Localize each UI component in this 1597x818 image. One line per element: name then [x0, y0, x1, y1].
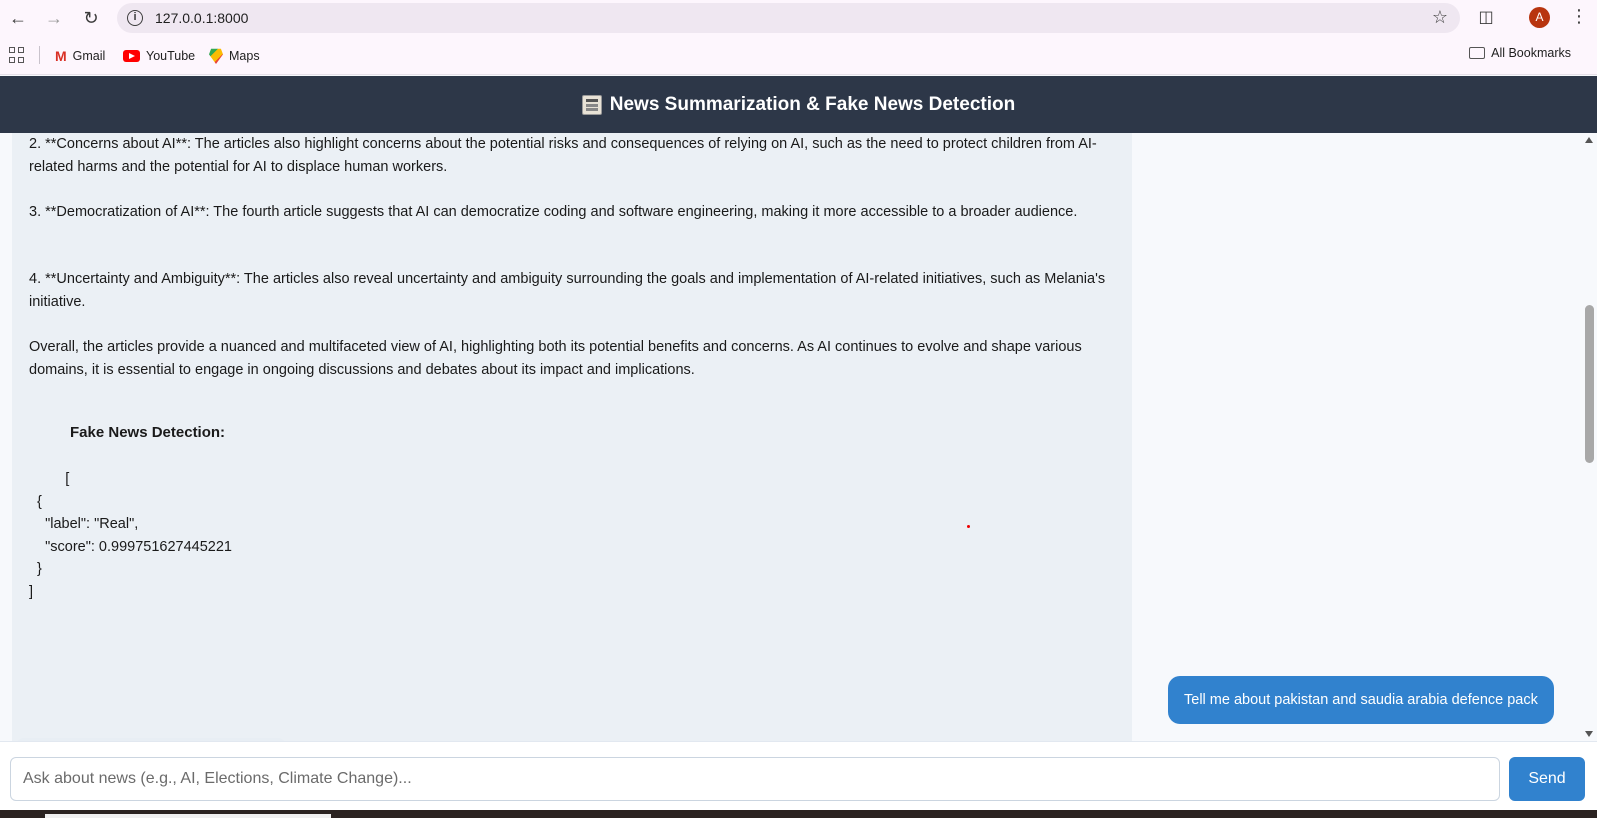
browser-menu-icon[interactable]: ⋮ — [1570, 6, 1588, 27]
profile-avatar[interactable]: A — [1529, 7, 1550, 28]
folder-icon — [1469, 47, 1486, 59]
chat-input[interactable] — [10, 757, 1500, 801]
youtube-icon — [123, 50, 140, 62]
page-title: News Summarization & Fake News Detection — [609, 93, 1016, 115]
reload-icon[interactable]: ↻ — [79, 6, 103, 30]
fake-news-heading: Fake News Detection: — [70, 424, 226, 441]
maps-icon — [209, 48, 223, 64]
site-info-icon[interactable]: i — [127, 10, 143, 26]
bookmark-gmail[interactable]: M Gmail — [55, 46, 105, 66]
bookmarks-bar: M Gmail YouTube Maps All Bookmarks — [0, 36, 1597, 75]
all-bookmarks-button[interactable]: All Bookmarks — [1469, 46, 1571, 60]
bot-paragraph: Overall, the articles provide a nuanced … — [29, 339, 1082, 378]
scroll-up-icon[interactable] — [1585, 137, 1593, 143]
bookmark-label: Maps — [229, 49, 260, 63]
bot-message: 2. **Concerns about AI**: The articles a… — [12, 133, 1132, 741]
fake-news-result: [ { "label": "Real", "score": 0.99975162… — [29, 471, 232, 600]
all-bookmarks-label: All Bookmarks — [1491, 46, 1571, 60]
bookmark-label: Gmail — [72, 49, 106, 63]
bookmark-label: YouTube — [146, 49, 196, 63]
bot-paragraph: 4. **Uncertainty and Ambiguity**: The ar… — [29, 271, 1106, 310]
app-header: News Summarization & Fake News Detection — [0, 76, 1597, 133]
browser-toolbar: ← → ↻ i 127.0.0.1:8000 ☆ ◫ A ⋮ — [0, 0, 1597, 36]
send-button[interactable]: Send — [1509, 757, 1585, 801]
bot-paragraph: 3. **Democratization of AI**: The fourth… — [29, 204, 1078, 220]
url-text[interactable]: 127.0.0.1:8000 — [155, 10, 248, 26]
apps-grid-icon[interactable] — [9, 47, 25, 63]
forward-arrow-icon[interactable]: → — [42, 6, 66, 30]
gmail-icon: M — [55, 48, 67, 64]
address-bar[interactable]: i 127.0.0.1:8000 ☆ — [117, 3, 1460, 33]
taskbar-item — [45, 814, 331, 818]
scrollbar-thumb[interactable] — [1585, 305, 1594, 463]
bookmark-maps[interactable]: Maps — [209, 46, 260, 66]
chat-input-bar: Send — [0, 741, 1597, 810]
newspaper-icon — [581, 94, 602, 115]
bookmarks-divider — [39, 46, 40, 64]
chat-messages[interactable]: 2. **Concerns about AI**: The articles a… — [0, 133, 1582, 741]
bot-paragraph: 2. **Concerns about AI**: The articles a… — [29, 136, 1097, 175]
user-message: Tell me about pakistan and saudia arabia… — [1168, 676, 1554, 724]
bookmark-star-icon[interactable]: ☆ — [1432, 7, 1448, 28]
bookmark-youtube[interactable]: YouTube — [123, 46, 195, 66]
chat-scrollbar[interactable] — [1582, 133, 1597, 741]
extensions-icon[interactable]: ◫ — [1476, 7, 1496, 27]
back-arrow-icon[interactable]: ← — [6, 6, 30, 30]
cursor-dot — [967, 525, 970, 528]
scroll-down-icon[interactable] — [1585, 731, 1593, 737]
